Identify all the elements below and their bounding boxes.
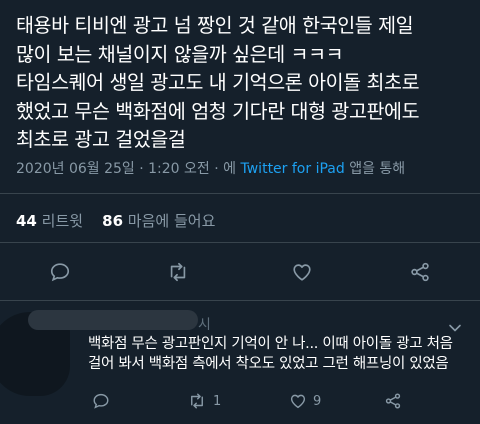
retweets-stat[interactable]: 44 리트윗	[16, 212, 83, 230]
share-button[interactable]	[405, 257, 435, 287]
reply-retweet-button[interactable]: 1	[187, 389, 221, 413]
tweet-action-bar	[0, 257, 480, 287]
heart-icon	[293, 264, 311, 281]
reply-like-button[interactable]: 9	[289, 389, 321, 413]
reply-share-button[interactable]	[384, 389, 402, 413]
reply-time: 시	[198, 317, 211, 333]
tweet-text-line: 최초로 광고 걸었을걸	[16, 128, 186, 151]
reply-retweet-count: 1	[213, 393, 222, 409]
share-icon	[385, 393, 401, 409]
via-prefix: 에	[223, 161, 241, 177]
tweet-text-line: 타임스퀘어 생일 광고도 내 기억으론 아이돌 최초로	[16, 71, 420, 94]
via-suffix: 앱을 통해	[344, 161, 406, 177]
source-app-link[interactable]: Twitter for iPad	[241, 161, 345, 177]
retweets-count: 44	[16, 212, 37, 230]
likes-stat[interactable]: 86 마음에 들어요	[102, 212, 215, 230]
tweet-text-line: 했었고 무슨 백화점에 엄청 기다란 대형 광고판에도	[16, 99, 420, 123]
likes-count: 86	[102, 212, 124, 230]
heart-icon	[290, 394, 306, 409]
reply-button[interactable]	[45, 257, 75, 287]
tweet-timestamp[interactable]: 2020년 06월 25일 · 1:20 오전 ·	[16, 161, 223, 177]
reply-tweet[interactable]: 시 백화점 무슨 광고판인지 기억이 안 나... 이때 아이돌 광고 처음 걸…	[0, 300, 480, 424]
reply-author-redacted	[28, 310, 198, 330]
reply-text: 백화점 무슨 광고판인지 기억이 안 나... 이때 아이돌 광고 처음 걸어 …	[88, 334, 478, 374]
reply-icon	[50, 263, 70, 282]
reply-like-count: 9	[313, 393, 322, 409]
retweets-label: 리트윗	[41, 212, 84, 230]
reply-reply-button[interactable]	[92, 389, 110, 413]
divider	[0, 193, 480, 194]
reply-action-bar: 1 9	[0, 389, 480, 413]
retweet-icon	[170, 262, 186, 282]
reply-text-line: 걸어 봐서 백화점 측에서 착오도 있었고 그런 해프닝이 있었음	[88, 356, 449, 372]
chevron-down-icon	[449, 324, 461, 332]
tweet-meta: 2020년 06월 25일 · 1:20 오전 · 에 Twitter for …	[16, 158, 405, 178]
retweet-button[interactable]	[163, 257, 193, 287]
tweet-stats: 44 리트윗 86 마음에 들어요	[16, 210, 215, 231]
tweet-text-line: 많이 보는 채널이지 않을까 싶은데 ㅋㅋㅋ	[16, 42, 344, 66]
share-icon	[411, 262, 429, 282]
like-button[interactable]	[287, 257, 317, 287]
tweet-text: 태용바 티비엔 광고 넘 짱인 것 같애 한국인들 제일 많이 보는 채널이지 …	[16, 12, 476, 155]
tweet-text-line: 태용바 티비엔 광고 넘 짱인 것 같애 한국인들 제일	[16, 14, 414, 37]
divider	[0, 242, 480, 243]
retweet-icon	[191, 393, 203, 409]
reply-text-line: 백화점 무슨 광고판인지 기억이 안 나... 이때 아이돌 광고 처음	[88, 336, 453, 352]
reply-icon	[93, 393, 109, 409]
likes-label: 마음에 들어요	[127, 212, 216, 230]
